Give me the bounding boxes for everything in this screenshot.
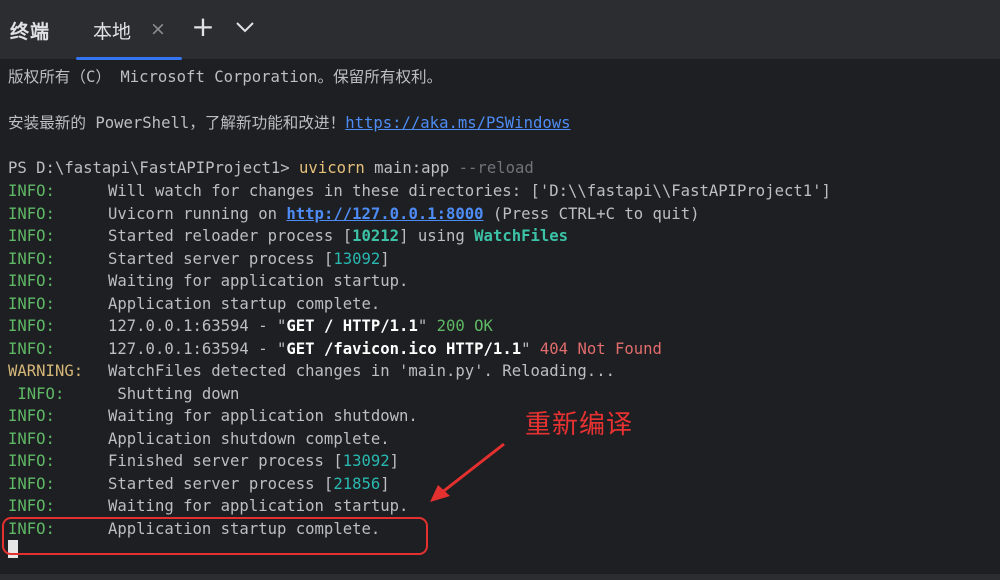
log-message: Started server process [21856] (108, 473, 390, 495)
log-fragment: Started server process [ (108, 474, 334, 493)
log-level: INFO: (8, 182, 55, 200)
log-fragment: " (521, 339, 540, 358)
log-message: Started server process [13092] (108, 248, 390, 270)
log-level: INFO: (8, 249, 55, 268)
log-message: Application startup complete. (108, 293, 380, 315)
log-fragment: Waiting for application shutdown. (108, 407, 418, 425)
tab-local[interactable]: 本地 × (76, 0, 182, 60)
log-fragment: WatchFiles detected changes in 'main.py'… (108, 362, 615, 380)
log-fragment: 13092 (342, 452, 390, 470)
bottom-strip (0, 574, 1000, 580)
log-fragment: Uvicorn running on (108, 204, 287, 223)
log-fragment: Waiting for application startup. (108, 497, 409, 515)
log-level: INFO: (8, 339, 55, 358)
log-fragment: Waiting for application startup. (108, 272, 409, 290)
server-url-link[interactable]: http://127.0.0.1:8000 (286, 205, 483, 223)
log-message: Shutting down (108, 383, 239, 405)
log-fragment: ] (380, 249, 390, 268)
log-message: Waiting for application startup. (108, 495, 408, 517)
log-fragment: 127.0.0.1:63594 - " (108, 317, 287, 335)
annotation-label: 重新编译 (525, 410, 634, 440)
log-fragment: WatchFiles (474, 227, 569, 245)
prompt-text: PS D:\fastapi\FastAPIProject1> (8, 159, 300, 177)
tab-local-label: 本地 (93, 21, 132, 43)
log-fragment: " (417, 317, 437, 335)
log-message: WatchFiles detected changes in 'main.py'… (108, 360, 615, 382)
log-level: INFO: (8, 294, 55, 313)
annotation-arrow-icon (430, 442, 505, 502)
tool-window-title: 终端 (10, 21, 51, 43)
log-message: 127.0.0.1:63594 - "GET /favicon.ico HTTP… (108, 338, 662, 360)
log-message: Waiting for application shutdown. (108, 405, 418, 427)
log-level: INFO: (8, 452, 55, 470)
log-fragment: GET / HTTP/1.1 (286, 317, 418, 335)
log-level: INFO: (8, 227, 55, 245)
log-fragment: ] (380, 474, 390, 493)
log-message: Started reloader process [10212] using W… (108, 225, 568, 247)
log-fragment: Application startup complete. (108, 294, 381, 313)
command-args: main:app (364, 159, 459, 177)
log-level: INFO: (8, 429, 55, 448)
tab-close-icon[interactable]: × (150, 18, 166, 40)
log-level: INFO: (8, 497, 55, 515)
log-fragment: 10212 (352, 227, 400, 245)
copyright-line: 版权所有（C） Microsoft Corporation。保留所有权利。 (8, 68, 443, 86)
log-fragment: Application shutdown complete. (108, 429, 390, 448)
log-fragment: 21856 (333, 474, 381, 493)
command-text: uvicorn (299, 159, 365, 177)
log-fragment: ] (389, 452, 400, 470)
log-message: Waiting for application startup. (108, 270, 408, 292)
install-hint-text: 安装最新的 PowerShell，了解新功能和改进！ (8, 114, 346, 132)
log-level: WARNING: (8, 362, 84, 380)
log-fragment: 404 Not Found (539, 339, 662, 358)
log-fragment: ] using (399, 227, 475, 245)
chevron-down-icon[interactable] (233, 14, 257, 40)
log-message: Will watch for changes in these director… (108, 180, 831, 202)
command-flag: --reload (458, 159, 534, 177)
install-hint-line: 安装最新的 PowerShell，了解新功能和改进！https://aka.ms… (8, 112, 571, 134)
log-fragment: 127.0.0.1:63594 - " (108, 339, 287, 358)
log-fragment: Started server process [ (108, 249, 334, 268)
log-fragment: GET /favicon.ico HTTP/1.1 (286, 339, 522, 358)
new-tab-button[interactable]: + (190, 12, 216, 42)
log-level: INFO: (8, 474, 55, 493)
log-fragment: Will watch for changes in these director… (108, 182, 831, 200)
log-fragment: Shutting down (108, 384, 240, 403)
log-message: Uvicorn running on http://127.0.0.1:8000… (108, 203, 699, 225)
log-level: INFO: (8, 384, 65, 403)
log-level: INFO: (8, 317, 55, 335)
log-level: INFO: (8, 272, 55, 290)
log-level: INFO: (8, 204, 55, 223)
log-fragment: 200 OK (436, 317, 493, 335)
log-fragment: Started reloader process [ (108, 227, 353, 245)
install-link[interactable]: https://aka.ms/PSWindows (345, 114, 570, 132)
log-message: Application shutdown complete. (108, 428, 390, 450)
prompt-line: PS D:\fastapi\FastAPIProject1> uvicorn m… (8, 157, 534, 179)
log-fragment: Finished server process [ (108, 452, 343, 470)
annotation-highlight-box (2, 517, 428, 555)
log-level: INFO: (8, 407, 55, 425)
log-fragment: 13092 (333, 249, 381, 268)
log-message: Finished server process [13092] (108, 450, 399, 472)
log-message: 127.0.0.1:63594 - "GET / HTTP/1.1" 200 O… (108, 315, 493, 337)
terminal-tabbar: 终端 本地 × + (0, 0, 1000, 60)
log-fragment: (Press CTRL+C to quit) (483, 204, 700, 223)
